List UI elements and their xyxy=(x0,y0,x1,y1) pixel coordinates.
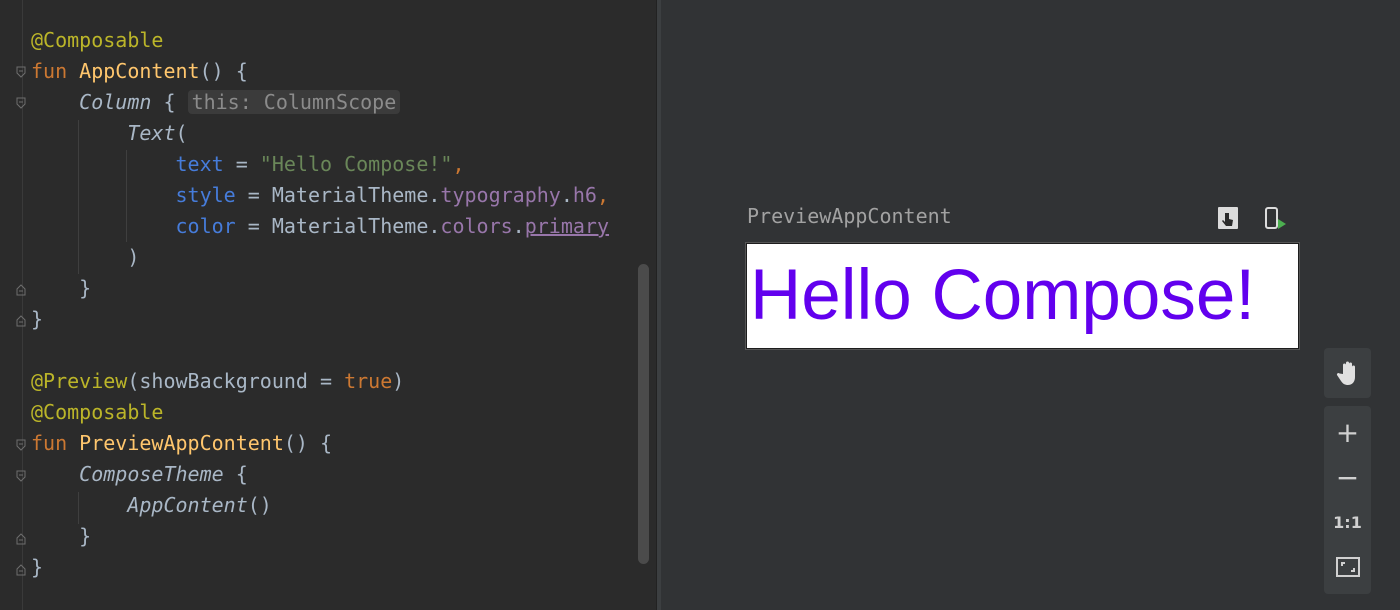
fit-screen-icon[interactable] xyxy=(1324,547,1371,587)
code-line: AppContent() xyxy=(127,493,272,517)
code-line: @Composable xyxy=(31,400,164,424)
fold-end-marker-icon[interactable] xyxy=(16,315,26,327)
preview-title: PreviewAppContent xyxy=(747,204,952,228)
code-line: } xyxy=(31,307,44,331)
code-block[interactable]: @Composable fun AppContent() { Column { … xyxy=(31,25,609,583)
fold-marker-icon[interactable] xyxy=(16,66,26,78)
zoom-tool-group: + − 1:1 xyxy=(1324,406,1371,594)
gutter-divider xyxy=(22,0,23,610)
fold-end-marker-icon[interactable] xyxy=(16,533,26,545)
fold-marker-icon[interactable] xyxy=(16,97,26,109)
zoom-out-button[interactable]: − xyxy=(1324,457,1371,497)
pan-tool-group xyxy=(1324,348,1371,398)
code-line: style = MaterialTheme.typography.h6, xyxy=(175,183,610,207)
fold-marker-icon[interactable] xyxy=(16,470,26,482)
code-line: fun PreviewAppContent() { xyxy=(31,431,333,455)
code-line: ComposeTheme { xyxy=(79,462,248,486)
rendered-text: Hello Compose! xyxy=(750,256,1256,335)
code-line: Column { this: ColumnScope xyxy=(31,87,609,118)
interactive-mode-icon[interactable] xyxy=(1216,206,1242,232)
code-line: Text( xyxy=(127,121,188,145)
preview-render[interactable]: Hello Compose! xyxy=(746,243,1299,349)
deploy-to-device-icon[interactable] xyxy=(1262,206,1288,232)
code-line: @Preview(showBackground = true) xyxy=(31,369,405,393)
inlay-hint: this: ColumnScope xyxy=(187,90,401,114)
code-line: color = MaterialTheme.colors.primary xyxy=(175,214,610,238)
code-line: } xyxy=(31,555,44,579)
fold-marker-icon[interactable] xyxy=(16,439,26,451)
zoom-in-button[interactable]: + xyxy=(1324,412,1371,452)
code-line: fun AppContent() { xyxy=(31,59,248,83)
code-line: } xyxy=(79,524,92,548)
code-line: text = "Hello Compose!", xyxy=(175,152,465,176)
code-editor[interactable]: @Composable fun AppContent() { Column { … xyxy=(0,0,656,610)
pan-hand-icon[interactable] xyxy=(1324,353,1371,393)
code-line: ) xyxy=(127,245,140,269)
fold-end-marker-icon[interactable] xyxy=(16,284,26,296)
code-line: @Composable xyxy=(31,28,164,52)
actual-size-button[interactable]: 1:1 xyxy=(1324,502,1371,542)
code-line: } xyxy=(79,276,92,300)
editor-scrollbar[interactable] xyxy=(638,264,649,564)
fold-end-marker-icon[interactable] xyxy=(16,564,26,576)
